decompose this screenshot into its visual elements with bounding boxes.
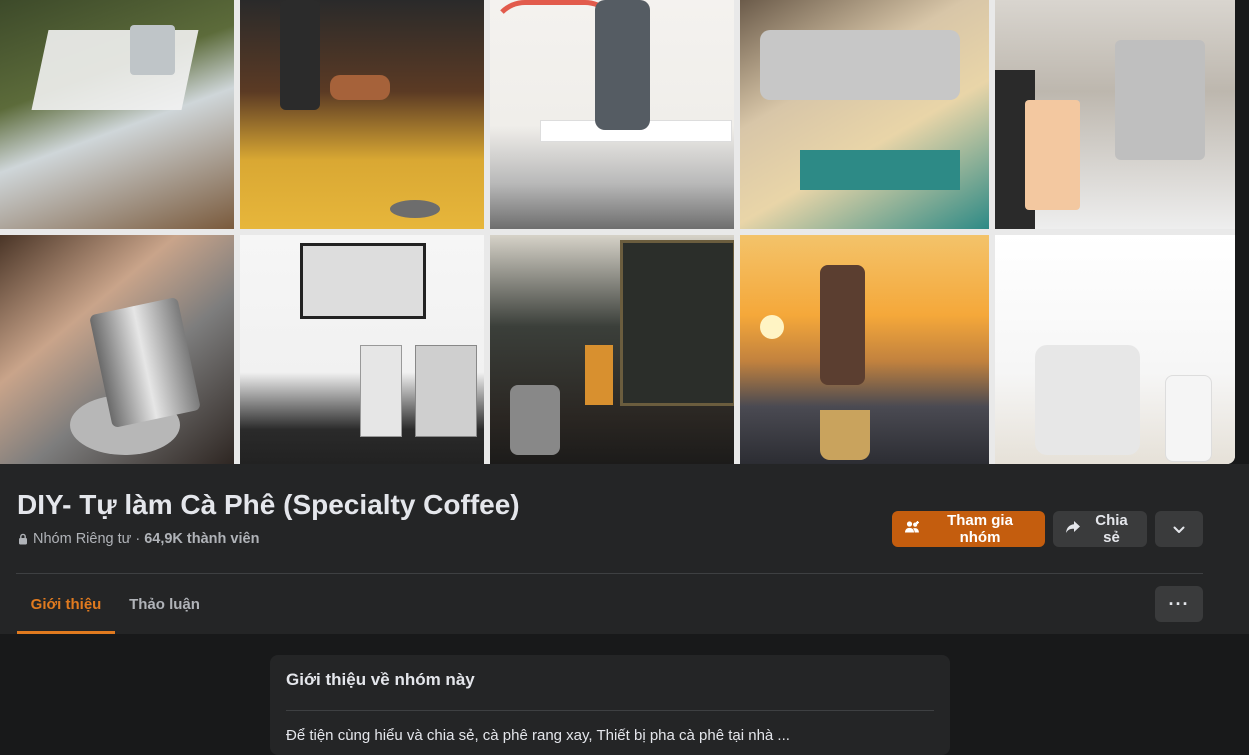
cover-photo-espresso-machine [740, 0, 989, 229]
cover-photo-barista-table [490, 0, 734, 229]
more-options-button[interactable] [1155, 511, 1203, 547]
people-icon [904, 520, 920, 538]
more-dots-icon: ··· [1168, 593, 1190, 614]
cover-photo-coffee-chart [490, 235, 734, 464]
cover-photo-coffee-bar [995, 0, 1235, 229]
about-card-divider [286, 710, 934, 711]
cover-photo-home-setup [240, 235, 484, 464]
lock-icon [17, 533, 29, 545]
group-meta: Nhóm Riêng tư · 64,9K thành viên [17, 530, 259, 548]
tab-discussion[interactable]: Thảo luận [118, 574, 211, 634]
about-card: Giới thiệu về nhóm này Để tiện cùng hiểu… [270, 655, 950, 755]
about-card-title: Giới thiệu về nhóm này [286, 670, 475, 689]
tab-about[interactable]: Giới thiệu [17, 574, 115, 634]
join-group-button[interactable]: Tham gia nhóm [892, 511, 1045, 547]
cover-photo-white-machine [995, 235, 1235, 464]
cover-photo-sunset-press [740, 235, 989, 464]
meta-separator: · [135, 531, 141, 547]
cover-photo-tamper [0, 235, 234, 464]
cover-photo-camping-table [0, 0, 234, 229]
chevron-down-icon [1173, 521, 1185, 538]
cover-photo-collage[interactable] [0, 0, 1235, 464]
share-arrow-icon [1065, 520, 1081, 538]
cover-photo-grinders [240, 0, 484, 229]
group-title[interactable]: DIY- Tự làm Cà Phê (Specialty Coffee) [17, 489, 520, 521]
join-group-label: Tham gia nhóm [947, 512, 1013, 546]
share-button[interactable]: Chia sẻ [1053, 511, 1147, 547]
about-card-text: Để tiện cùng hiểu và chia sẻ, cà phê ran… [286, 727, 790, 744]
more-dots-button[interactable]: ··· [1155, 586, 1203, 622]
group-privacy[interactable]: Nhóm Riêng tư [33, 531, 131, 547]
member-count[interactable]: 64,9K thành viên [144, 531, 259, 547]
share-label: Chia sẻ [1095, 512, 1128, 546]
